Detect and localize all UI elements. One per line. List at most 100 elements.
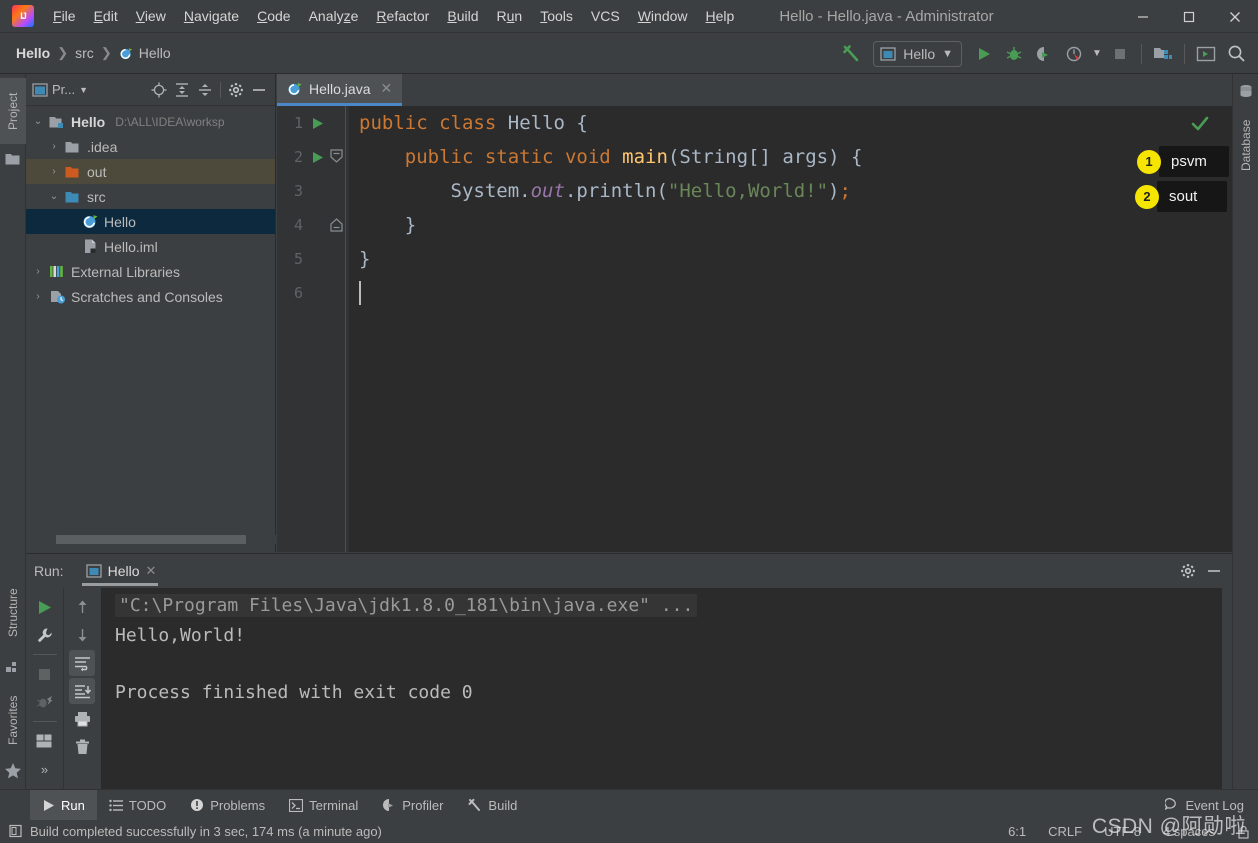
fold-marker-end-icon[interactable] [330,218,343,232]
menu-analyze[interactable]: Analyze [300,5,368,27]
expand-arrow-icon[interactable]: › [48,166,60,177]
menu-view[interactable]: View [127,5,175,27]
scrollbar-track[interactable] [56,535,302,544]
event-log-button[interactable]: Event Log [1165,798,1244,813]
expand-all-icon[interactable] [172,80,192,100]
tree-item-external-libraries[interactable]: › External Libraries [26,259,275,284]
stop-button[interactable] [32,661,58,687]
tree-item-src[interactable]: ⌄ src [26,184,275,209]
line-number: 2 [293,148,303,166]
tool-window-structure[interactable]: Structure [0,574,26,652]
run-tab-label: Hello [107,563,140,579]
hide-panel-icon[interactable] [1206,563,1222,579]
hide-panel-icon[interactable] [249,80,269,100]
down-arrow-icon[interactable] [69,622,95,648]
project-panel-hscrollbar[interactable] [56,535,302,544]
close-button[interactable] [1212,0,1258,33]
tree-item-hello-root[interactable]: ⌄ Hello D:\ALL\IDEA\worksp [26,109,275,134]
file-encoding[interactable]: UTF-8 [1104,824,1141,839]
caret-position[interactable]: 6:1 [1008,824,1026,839]
debug-button[interactable] [1000,40,1028,68]
menu-refactor[interactable]: Refactor [367,5,438,27]
breadcrumb-folder[interactable]: src [75,45,94,61]
tree-item-scratches[interactable]: › Scratches and Consoles [26,284,275,309]
scrollbar-thumb[interactable] [56,535,246,544]
locate-icon[interactable] [149,80,169,100]
project-panel-header: Pr... ▼ [26,74,275,106]
search-everywhere-button[interactable] [1222,40,1250,68]
tree-item-hello-class[interactable]: Hello [26,209,275,234]
soft-wrap-icon[interactable] [69,650,95,676]
indent-setting[interactable]: 4 spaces [1163,824,1215,839]
run-button[interactable] [970,40,998,68]
run-class-marker-icon[interactable] [312,116,324,130]
bottom-tab-problems[interactable]: Problems [178,790,277,821]
menu-tools[interactable]: Tools [531,5,582,27]
editor-tab-hello-java[interactable]: Hello.java ✕ [277,74,403,106]
collapse-all-icon[interactable] [195,80,215,100]
menu-build[interactable]: Build [438,5,487,27]
expand-arrow-icon[interactable]: ⌄ [32,116,44,127]
line-separator[interactable]: CRLF [1048,824,1082,839]
tool-window-database[interactable]: Database [1233,106,1258,184]
project-structure-button[interactable] [1149,40,1177,68]
tree-item-out[interactable]: › out [26,159,275,184]
menu-help[interactable]: Help [697,5,744,27]
stop-button[interactable] [1106,40,1134,68]
menu-window[interactable]: Window [629,5,697,27]
run-tab-hello[interactable]: Hello ✕ [81,554,165,588]
project-panel-title[interactable]: Pr... ▼ [32,82,88,97]
rerun-button[interactable] [32,594,58,620]
gear-icon[interactable] [226,80,246,100]
bottom-tab-build[interactable]: Build [455,790,529,821]
menu-navigate[interactable]: Navigate [175,5,248,27]
editor-gutter[interactable]: 1 2 3 4 5 6 [277,106,349,552]
menu-code[interactable]: Code [248,5,299,27]
run-anything-button[interactable] [1192,40,1220,68]
menu-vcs[interactable]: VCS [582,5,629,27]
bottom-tab-todo[interactable]: TODO [97,790,178,821]
code-editor[interactable]: 1 2 3 4 5 6 public class Hello {public … [277,106,1232,552]
console-output[interactable]: "C:\Program Files\Java\jdk1.8.0_181\bin\… [101,588,1222,790]
expand-arrow-icon[interactable]: ⌄ [48,191,60,202]
tool-window-project[interactable]: Project [0,78,26,144]
trash-icon[interactable] [69,734,95,760]
expand-arrow-icon[interactable]: › [32,266,44,277]
print-icon[interactable] [69,706,95,732]
lock-icon[interactable] [1237,825,1250,839]
tree-item-idea[interactable]: › .idea [26,134,275,159]
tool-window-favorites[interactable]: Favorites [0,682,26,758]
fold-marker-expanded-icon[interactable] [330,149,343,163]
minimize-button[interactable] [1120,0,1166,33]
profiler-button[interactable] [1060,40,1088,68]
more-options-icon[interactable]: » [32,756,58,782]
menu-edit[interactable]: Edit [85,5,127,27]
menu-run[interactable]: Run [488,5,532,27]
close-icon[interactable]: ✕ [145,563,156,579]
expand-arrow-icon[interactable]: › [32,291,44,302]
bottom-tab-profiler[interactable]: Profiler [370,790,455,821]
profiler-dropdown-icon[interactable]: ▼ [1090,40,1104,68]
layout-icon[interactable] [32,728,58,754]
run-with-coverage-button[interactable] [1030,40,1058,68]
menu-file[interactable]: File [44,5,85,27]
breadcrumb-file[interactable]: Hello [119,45,171,61]
close-icon[interactable]: ✕ [380,80,392,97]
kill-process-icon[interactable] [32,689,58,715]
up-arrow-icon[interactable] [69,594,95,620]
navigation-bar: Hello ❯ src ❯ Hello Hello ▼ ▼ [0,33,1258,74]
bottom-tab-run[interactable]: Run [30,789,97,821]
breadcrumb-project[interactable]: Hello [16,45,50,61]
run-configuration-selector[interactable]: Hello ▼ [873,40,962,67]
expand-arrow-icon[interactable]: › [48,141,60,152]
build-hammer-icon[interactable] [837,40,865,68]
gear-icon[interactable] [1180,563,1196,579]
scroll-to-end-icon[interactable] [69,678,95,704]
inspection-status-icon[interactable] [1190,114,1210,134]
run-method-marker-icon[interactable] [312,150,324,164]
code-text[interactable]: public class Hello { public static void … [349,106,1232,552]
tree-item-hello-iml[interactable]: Hello.iml [26,234,275,259]
bottom-tab-terminal[interactable]: Terminal [277,790,370,821]
maximize-button[interactable] [1166,0,1212,33]
wrench-icon[interactable] [32,622,58,648]
